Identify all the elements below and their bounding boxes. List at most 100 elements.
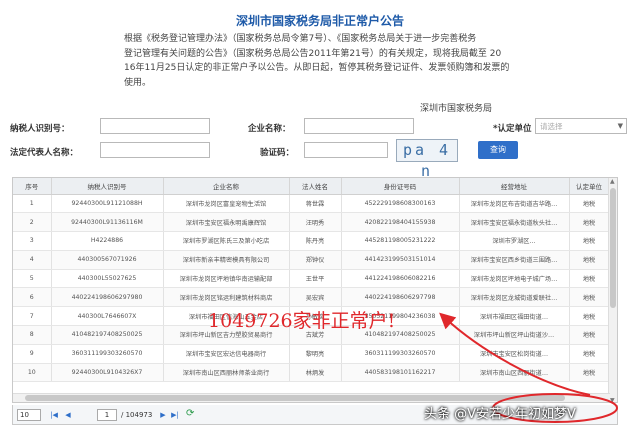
prev-page-icon[interactable]: ◀ <box>63 409 73 421</box>
table-cell: 地税 <box>569 194 610 214</box>
company-name-input[interactable] <box>304 118 414 134</box>
chevron-down-icon: ▼ <box>617 122 623 130</box>
table-cell: 地税 <box>569 287 610 308</box>
table-cell: 深圳市罗湖区陈氏三及第小吃店 <box>163 231 290 251</box>
page-size-select[interactable]: 10 <box>17 409 41 421</box>
notice-body: 根据《税务登记管理办法》（国家税务总局令第7号）、《国家税务总局关于进一步完善税… <box>124 32 522 90</box>
table-cell: 地税 <box>569 325 610 345</box>
scrollbar-thumb[interactable] <box>610 188 616 308</box>
table-cell: 440300L7646607X <box>51 306 164 327</box>
table-cell: 深圳市宝安区松岗街道… <box>459 344 570 364</box>
table-cell: 2 <box>13 212 52 233</box>
table-cell: 深圳市宝安区福永街道秋头社… <box>459 212 570 233</box>
table-cell: 420822198404155938 <box>341 212 460 233</box>
table-cell: 92440300L9104326X7 <box>51 363 164 383</box>
table-cell: 452229198608300163 <box>341 194 460 214</box>
table-cell: 440224198606297980 <box>51 287 164 308</box>
current-page-input[interactable]: 1 <box>97 409 117 421</box>
table-row[interactable]: 6 440224198606297980 深圳市龙岗区铭运利建筑材料商店 吴宏宾 440… <box>13 287 610 308</box>
table-cell: 深圳市南山区西丽街道… <box>459 363 570 383</box>
table-cell: 440300567071926 <box>51 250 164 270</box>
scrollbar-thumb[interactable] <box>25 395 565 401</box>
table-cell: 深圳市坪山新区坪山街道沙… <box>459 325 570 345</box>
captcha-input[interactable] <box>304 142 388 158</box>
table-cell: 6 <box>13 287 52 308</box>
cert-unit-placeholder: 请选择 <box>540 122 563 131</box>
table-cell: 7 <box>13 306 52 327</box>
captcha-label: 验证码： <box>260 148 295 158</box>
table-cell: 深圳市龙岗区坪地镇华南运输配部 <box>163 269 290 289</box>
table-cell: 地税 <box>569 212 610 233</box>
table-cell: H4224886 <box>51 231 164 251</box>
company-name-label: 企业名称： <box>248 124 291 134</box>
results-table: 序号 纳税人识别号 企业名称 法人姓名 身份证号码 经营地址 认定单位 1 924… <box>13 178 610 383</box>
table-cell: 92440300L91121088H <box>51 194 164 214</box>
table-cell: 360311199303260570 <box>341 344 460 364</box>
notice-title: 深圳市国家税务局非正常户公告 <box>235 14 404 28</box>
cert-unit-select[interactable]: 请选择 ▼ <box>535 118 627 134</box>
table-row[interactable]: 2 92440300L91136116M 深圳市宝安区福永明禹康辉馆 汪明秀 42082… <box>13 212 610 233</box>
table-cell: 地税 <box>569 231 610 251</box>
table-row[interactable]: 9 360311199303260570 深圳市宝安区宏达信电器商行 黎明亮 36031… <box>13 344 610 364</box>
next-page-icon[interactable]: ▶ <box>158 409 168 421</box>
table-cell: 440224198606297798 <box>341 287 460 308</box>
table-cell: 410482197408250025 <box>51 325 164 345</box>
horizontal-scrollbar[interactable] <box>13 393 610 402</box>
table-header-row: 序号 纳税人识别号 企业名称 法人姓名 身份证号码 经营地址 认定单位 <box>13 178 610 195</box>
total-pages: / 104973 <box>121 411 153 419</box>
notice-line: 16年11月25日认定的非正常户予以公告。从即日起，暂停其税务登记证件、发票领购… <box>124 63 510 73</box>
table-cell: 郑钟仪 <box>289 250 342 270</box>
table-cell: 3 <box>13 231 52 251</box>
table-cell: 440583198101162217 <box>341 363 460 383</box>
table-cell: 深圳市龙岗区布吉街道吉华路… <box>459 194 570 214</box>
last-page-icon[interactable]: ▶| <box>170 409 180 421</box>
taxpayer-id-input[interactable] <box>100 118 210 134</box>
legal-rep-input[interactable] <box>100 142 210 158</box>
notice-signature: 深圳市国家税务局 <box>420 104 493 114</box>
table-cell: 蒋世霖 <box>289 194 342 214</box>
column-header[interactable]: 法人姓名 <box>289 178 342 195</box>
table-cell: 王世平 <box>289 269 342 289</box>
table-cell: 441224198606082216 <box>341 269 460 289</box>
table-cell: 黎明亮 <box>289 344 342 364</box>
vertical-scrollbar[interactable]: ▲ ▼ <box>608 178 617 402</box>
notice-line: 根据《税务登记管理办法》（国家税务总局令第7号）、《国家税务总局关于进一步完善税… <box>124 34 477 44</box>
column-header[interactable]: 认定单位 <box>569 178 610 195</box>
table-cell: 441423199503151014 <box>341 250 460 270</box>
legal-rep-label: 法定代表人名称： <box>10 148 79 158</box>
notice-line: 使用。 <box>124 77 152 88</box>
table-cell: 吴宏宾 <box>289 287 342 308</box>
column-header[interactable]: 企业名称 <box>163 178 290 195</box>
column-header[interactable]: 身份证号码 <box>341 178 460 195</box>
table-row[interactable]: 4 440300567071926 深圳市新亲丰精密模具有限公司 郑钟仪 4414231… <box>13 250 610 270</box>
table-row[interactable]: 1 92440300L91121088H 深圳市龙岗区富皇宠物生活馆 蒋世霖 45222… <box>13 194 610 214</box>
scroll-down-icon[interactable]: ▼ <box>610 397 615 402</box>
refresh-icon[interactable]: ⟳ <box>186 408 194 420</box>
table-cell: 地税 <box>569 269 610 289</box>
cert-unit-label: *认定单位 <box>493 124 532 134</box>
table-cell: 深圳市宝安区宏达信电器商行 <box>163 344 290 364</box>
table-row[interactable]: 10 92440300L9104326X7 深圳市南山区西丽林师茶业商行 林炳发 440… <box>13 363 610 383</box>
table-cell: 深圳市龙岗区坪地电子城广场… <box>459 269 570 289</box>
scroll-up-icon[interactable]: ▲ <box>610 178 615 185</box>
column-header[interactable]: 纳税人识别号 <box>51 178 164 195</box>
table-cell: 深圳市南山区西丽林师茶业商行 <box>163 363 290 383</box>
table-cell: 8 <box>13 325 52 345</box>
captcha-image[interactable]: pa 4 n <box>396 139 458 180</box>
watermark: 头条 @V安若少年初如梦V <box>424 407 576 422</box>
table-cell: 深圳市龙岗区龙城街道爱联社… <box>459 287 570 308</box>
table-cell: 地税 <box>569 344 610 364</box>
table-cell: 汪明秀 <box>289 212 342 233</box>
table-row[interactable]: 3 H4224886 深圳市罗湖区陈氏三及第小吃店 陈丹亮 44528119800523… <box>13 231 610 251</box>
results-grid: 序号 纳税人识别号 企业名称 法人姓名 身份证号码 经营地址 认定单位 1 924… <box>12 177 618 403</box>
column-header[interactable]: 经营地址 <box>459 178 570 195</box>
table-cell: 深圳市龙岗区铭运利建筑材料商店 <box>163 287 290 308</box>
table-cell: 445281198005231222 <box>341 231 460 251</box>
table-cell: 地税 <box>569 363 610 383</box>
table-cell: 5 <box>13 269 52 289</box>
first-page-icon[interactable]: |◀ <box>49 409 59 421</box>
table-row[interactable]: 5 440300L55027625 深圳市龙岗区坪地镇华南运输配部 王世平 441224… <box>13 269 610 289</box>
query-button[interactable]: 查询 <box>478 141 518 159</box>
column-header[interactable]: 序号 <box>13 178 52 195</box>
table-cell: 地税 <box>569 250 610 270</box>
